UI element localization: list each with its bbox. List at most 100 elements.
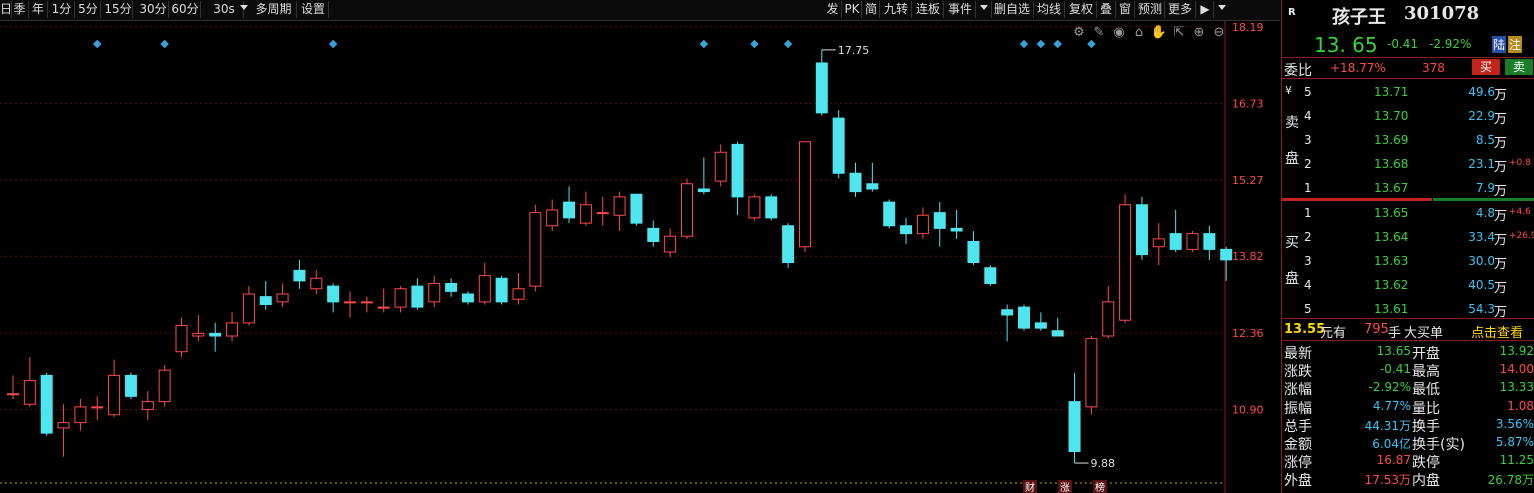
- kline-chart[interactable]: 18.19 16.73 15.27 13.82 12.36 10.90 17.75 9.88 财…: [0, 21, 1280, 493]
- candle-body[interactable]: [276, 293, 289, 303]
- candle-body[interactable]: [563, 201, 576, 219]
- candle-body[interactable]: [175, 325, 188, 353]
- tool-5[interactable]: 事件: [945, 1, 976, 18]
- period-6[interactable]: 30分: [138, 1, 169, 18]
- lock-icon[interactable]: ⌂: [1135, 25, 1143, 40]
- candle-body[interactable]: [681, 183, 693, 237]
- more-dropdown-icon[interactable]: [1218, 5, 1226, 10]
- candle-body[interactable]: [832, 117, 845, 174]
- candle-body[interactable]: [209, 332, 222, 337]
- period-dropdown-icon[interactable]: [240, 5, 248, 10]
- candle-body[interactable]: [916, 214, 929, 235]
- candle-body[interactable]: [630, 193, 643, 224]
- buy-button[interactable]: 买: [1472, 59, 1500, 75]
- bottom-mark[interactable]: 涨: [1060, 482, 1070, 493]
- tool-8[interactable]: 均线: [1034, 1, 1065, 18]
- period-1[interactable]: 季: [11, 1, 29, 18]
- period-3[interactable]: 1分: [49, 1, 75, 18]
- bottom-mark[interactable]: 榜: [1095, 481, 1105, 493]
- event-marker[interactable]: [160, 39, 169, 49]
- candle-body[interactable]: [7, 393, 19, 396]
- tool-7[interactable]: 删自选: [991, 1, 1034, 18]
- candle-body[interactable]: [731, 143, 744, 198]
- candle-body[interactable]: [697, 188, 710, 193]
- bottom-mark[interactable]: 财: [1025, 481, 1035, 493]
- zoom-out-icon[interactable]: ⊖: [1214, 25, 1225, 40]
- candle-body[interactable]: [327, 285, 340, 303]
- candle-body[interactable]: [866, 183, 879, 190]
- candle-body[interactable]: [91, 406, 104, 409]
- candle-body[interactable]: [242, 293, 255, 324]
- candle-body[interactable]: [1034, 322, 1047, 329]
- candle-body[interactable]: [950, 227, 963, 232]
- candle-body[interactable]: [849, 172, 862, 193]
- candle-body[interactable]: [546, 209, 559, 227]
- pin-icon[interactable]: ▶: [1197, 1, 1214, 18]
- event-dropdown-icon[interactable]: [980, 5, 988, 10]
- candle-body[interactable]: [192, 332, 205, 337]
- candle-body[interactable]: [664, 235, 677, 253]
- event-marker[interactable]: [1087, 39, 1096, 49]
- candle-body[interactable]: [1001, 309, 1014, 316]
- candle-body[interactable]: [1119, 204, 1132, 321]
- zoom-in-icon[interactable]: ⊕: [1194, 25, 1205, 40]
- order-row[interactable]: 4 13.62 40.5 万: [1282, 276, 1534, 296]
- order-row[interactable]: 1 13.65 4.8 万 +4.6: [1282, 204, 1534, 224]
- candle-body[interactable]: [1203, 233, 1216, 250]
- candle-body[interactable]: [1068, 401, 1081, 452]
- order-row[interactable]: 2 13.68 23.1 万 +0.8: [1282, 155, 1534, 175]
- period-2[interactable]: 年: [29, 1, 48, 18]
- tool-2[interactable]: 简: [863, 1, 880, 18]
- period-5[interactable]: 15分: [104, 1, 133, 18]
- candle-body[interactable]: [461, 293, 474, 303]
- period-9[interactable]: 多周期: [251, 1, 297, 18]
- candle-body[interactable]: [933, 212, 946, 229]
- tool-9[interactable]: 复权: [1066, 1, 1097, 18]
- candle-body[interactable]: [478, 275, 491, 303]
- tool-4[interactable]: 连板: [913, 1, 944, 18]
- candle-body[interactable]: [377, 306, 390, 309]
- order-row[interactable]: 5 13.61 54.3 万: [1282, 300, 1534, 320]
- bigorder-view-link[interactable]: 点击查看: [1471, 322, 1523, 341]
- candle-body[interactable]: [1169, 233, 1182, 250]
- candle-body[interactable]: [394, 288, 407, 308]
- candle-body[interactable]: [141, 401, 154, 410]
- candle-body[interactable]: [57, 422, 70, 429]
- event-marker[interactable]: [93, 39, 102, 49]
- candle-body[interactable]: [495, 277, 508, 303]
- candle-body[interactable]: [512, 288, 525, 300]
- period-7[interactable]: 60分: [170, 1, 201, 18]
- event-marker[interactable]: [1019, 39, 1029, 49]
- hand-icon[interactable]: ✋: [1151, 24, 1167, 40]
- candle-body[interactable]: [124, 374, 137, 397]
- order-row[interactable]: 4 13.70 22.9 万: [1282, 107, 1534, 127]
- candle-body[interactable]: [23, 380, 36, 405]
- cursor-icon[interactable]: ⇱: [1174, 25, 1185, 40]
- candle-body[interactable]: [798, 141, 811, 248]
- sell-button[interactable]: 卖: [1505, 59, 1533, 75]
- tool-0[interactable]: 发: [824, 1, 842, 18]
- tool-13[interactable]: 更多: [1165, 1, 1196, 18]
- candle-body[interactable]: [647, 227, 660, 242]
- candle-body[interactable]: [445, 283, 458, 292]
- candle-body[interactable]: [900, 225, 913, 235]
- order-row[interactable]: 1 13.67 7.9 万: [1282, 179, 1534, 199]
- candle-body[interactable]: [1152, 238, 1165, 248]
- tool-3[interactable]: 九转: [881, 1, 912, 18]
- candle-body[interactable]: [411, 285, 424, 308]
- candle-body[interactable]: [226, 322, 239, 337]
- candle-body[interactable]: [613, 196, 626, 216]
- candle-body[interactable]: [579, 204, 592, 224]
- order-row[interactable]: 5 13.71 49.6 万: [1282, 83, 1534, 103]
- order-row[interactable]: 3 13.63 30.0 万: [1282, 252, 1534, 272]
- candle-body[interactable]: [748, 196, 761, 219]
- candle-body[interactable]: [158, 369, 171, 403]
- candle-body[interactable]: [596, 212, 609, 215]
- candle-body[interactable]: [74, 406, 87, 424]
- candle-body[interactable]: [967, 241, 980, 263]
- candle-body[interactable]: [360, 301, 373, 304]
- settings-icon[interactable]: ⚙: [1073, 25, 1085, 40]
- candle-body[interactable]: [782, 225, 795, 263]
- candle-body[interactable]: [1135, 204, 1148, 256]
- candle-body[interactable]: [1018, 306, 1030, 329]
